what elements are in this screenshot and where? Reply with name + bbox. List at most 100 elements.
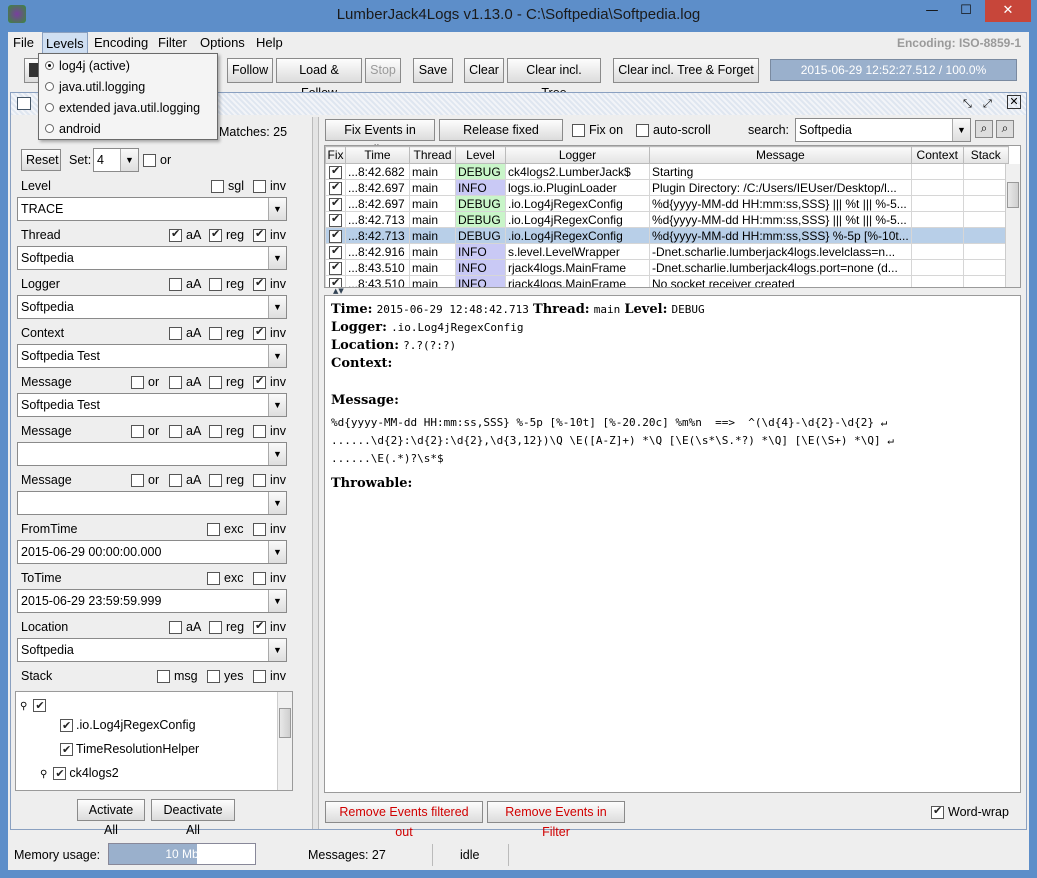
context-aA-checkbox[interactable]: [169, 327, 182, 341]
context-select[interactable]: Softpedia Test ▼: [17, 344, 287, 368]
levels-option-jul[interactable]: java.util.logging: [39, 77, 217, 97]
location-reg-checkbox[interactable]: [209, 621, 222, 635]
totime-exc-checkbox[interactable]: [207, 572, 220, 586]
table-scrollbar-thumb[interactable]: [1007, 182, 1019, 208]
word-wrap-checkbox[interactable]: [931, 804, 944, 820]
table-row[interactable]: ...8:42.697mainINFOlogs.io.PluginLoaderP…: [325, 179, 1009, 196]
menu-options[interactable]: Options: [200, 35, 245, 50]
message2-reg-option[interactable]: reg: [209, 424, 244, 439]
thread-reg-checkbox[interactable]: [209, 227, 222, 243]
fromtime-inv-option[interactable]: inv: [253, 522, 286, 537]
message2-inv-option[interactable]: inv: [253, 424, 286, 439]
message3-inv-checkbox[interactable]: [253, 474, 266, 488]
frame-close-icon[interactable]: ✕: [1007, 95, 1021, 109]
totime-inv-checkbox[interactable]: [253, 572, 266, 586]
stack-inv-checkbox[interactable]: [253, 670, 266, 684]
header-level[interactable]: Level: [455, 146, 506, 164]
set-or-option[interactable]: or: [143, 153, 171, 168]
search-next-icon[interactable]: ⌕: [996, 120, 1014, 138]
totime-exc-option[interactable]: exc: [207, 571, 243, 586]
clear-button[interactable]: Clear: [464, 58, 504, 83]
set-select[interactable]: 4 ▼: [93, 148, 139, 172]
message1-aA-option[interactable]: aA: [169, 375, 201, 390]
stack-msg-option[interactable]: msg: [157, 669, 198, 684]
stack-inv-option[interactable]: inv: [253, 669, 286, 684]
location-inv-option[interactable]: inv: [253, 619, 286, 635]
context-aA-option[interactable]: aA: [169, 326, 201, 341]
stop-button[interactable]: Stop: [365, 58, 401, 83]
fix-checkbox[interactable]: [329, 181, 342, 195]
search-input[interactable]: Softpedia ▼: [795, 118, 971, 142]
table-row[interactable]: ...8:42.682mainDEBUGck4logs2.LumberJack$…: [325, 163, 1009, 180]
fix-checkbox[interactable]: [329, 197, 342, 211]
tree-node-checkbox[interactable]: [60, 741, 73, 759]
tree-scrollbar-thumb[interactable]: [279, 708, 291, 738]
table-row[interactable]: ...8:42.713mainDEBUG.io.Log4jRegexConfig…: [325, 211, 1009, 228]
logger-reg-option[interactable]: reg: [209, 277, 244, 292]
totime-select[interactable]: 2015-06-29 23:59:59.999 ▼: [17, 589, 287, 613]
tree-node[interactable]: ⚲ck4logs2: [40, 764, 119, 783]
message2-or-option[interactable]: or: [131, 424, 159, 439]
message1-reg-checkbox[interactable]: [209, 376, 222, 390]
auto-scroll-checkbox[interactable]: [636, 124, 649, 138]
remove-events-filtered-out-button[interactable]: Remove Events filtered out: [325, 801, 483, 839]
message3-reg-option[interactable]: reg: [209, 473, 244, 488]
header-fix[interactable]: Fix: [325, 146, 346, 164]
stack-yes-option[interactable]: yes: [207, 669, 243, 684]
message3-reg-checkbox[interactable]: [209, 474, 222, 488]
follow-button[interactable]: Follow: [227, 58, 273, 83]
thread-inv-option[interactable]: inv: [253, 227, 286, 243]
thread-inv-checkbox[interactable]: [253, 227, 266, 243]
activate-all-button[interactable]: Activate All: [77, 799, 145, 837]
context-reg-option[interactable]: reg: [209, 326, 244, 341]
fix-checkbox[interactable]: [329, 245, 342, 259]
fix-events-in-filter-button[interactable]: Fix Events in Filter: [325, 119, 435, 157]
message1-aA-checkbox[interactable]: [169, 376, 182, 390]
message1-inv-option[interactable]: inv: [253, 374, 286, 390]
fromtime-select[interactable]: 2015-06-29 00:00:00.000 ▼: [17, 540, 287, 564]
logger-select[interactable]: Softpedia ▼: [17, 295, 287, 319]
context-inv-checkbox[interactable]: [253, 325, 266, 341]
levels-option-extended-jul[interactable]: extended java.util.logging: [39, 98, 217, 118]
fix-checkbox[interactable]: [329, 213, 342, 227]
fromtime-inv-checkbox[interactable]: [253, 523, 266, 537]
message3-aA-checkbox[interactable]: [169, 474, 182, 488]
menu-help[interactable]: Help: [256, 35, 283, 50]
maximize-button[interactable]: ☐: [951, 0, 981, 22]
logger-aA-option[interactable]: aA: [169, 277, 201, 292]
header-message[interactable]: Message: [649, 146, 912, 164]
fix-on-option[interactable]: Fix on: [572, 123, 623, 138]
header-stack[interactable]: Stack: [962, 146, 1009, 164]
stack-yes-checkbox[interactable]: [207, 670, 220, 684]
table-row[interactable]: ...8:43.510mainINFOrjack4logs.MainFrameN…: [325, 275, 1009, 287]
frame-maximize-icon[interactable]: ⤢: [983, 97, 992, 111]
menu-file[interactable]: File: [13, 35, 34, 50]
level-inv-checkbox[interactable]: [253, 180, 266, 194]
clear-incl-tree-button[interactable]: Clear incl. Tree: [507, 58, 601, 100]
message2-inv-checkbox[interactable]: [253, 425, 266, 439]
table-row[interactable]: ...8:42.916mainINFOs.level.LevelWrapper-…: [325, 243, 1009, 260]
context-inv-option[interactable]: inv: [253, 325, 286, 341]
tree-root[interactable]: ⚲: [20, 696, 49, 715]
tree-node-checkbox[interactable]: [60, 717, 73, 735]
tree-scrollbar[interactable]: [277, 692, 292, 790]
context-reg-checkbox[interactable]: [209, 327, 222, 341]
header-logger[interactable]: Logger: [505, 146, 650, 164]
thread-aA-option[interactable]: aA: [169, 227, 201, 243]
fix-checkbox[interactable]: [329, 261, 342, 275]
message3-or-option[interactable]: or: [131, 473, 159, 488]
fromtime-exc-option[interactable]: exc: [207, 522, 243, 537]
logger-aA-checkbox[interactable]: [169, 278, 182, 292]
message1-inv-checkbox[interactable]: [253, 374, 266, 390]
search-prev-icon[interactable]: ⌕: [975, 120, 993, 138]
message3-select[interactable]: ▼: [17, 491, 287, 515]
message3-inv-option[interactable]: inv: [253, 473, 286, 488]
logger-inv-option[interactable]: inv: [253, 276, 286, 292]
logger-inv-checkbox[interactable]: [253, 276, 266, 292]
minimize-button[interactable]: —: [917, 0, 947, 22]
remove-events-in-filter-button[interactable]: Remove Events in Filter: [487, 801, 625, 839]
fix-on-checkbox[interactable]: [572, 124, 585, 138]
table-scrollbar[interactable]: [1005, 164, 1020, 287]
set-or-checkbox[interactable]: [143, 154, 156, 168]
location-reg-option[interactable]: reg: [209, 620, 244, 635]
